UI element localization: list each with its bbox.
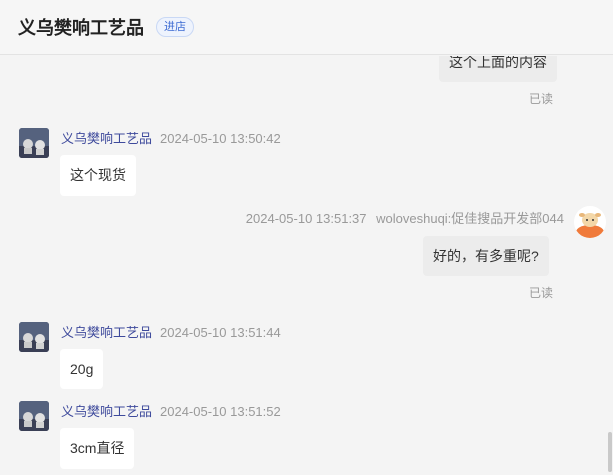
- sender-name: woloveshuqi:促佳搜品开发部044: [376, 211, 564, 226]
- read-status: 已读: [529, 92, 554, 106]
- message-bubble: 这个现货: [60, 155, 136, 196]
- shop-avatar-image-icon: [19, 322, 49, 352]
- message-bubble-own: 这个上面的内容: [439, 56, 557, 82]
- shop-avatar[interactable]: [19, 401, 49, 431]
- shop-avatar[interactable]: [19, 128, 49, 158]
- message-meta: 义乌樊响工艺品 2024-05-10 13:51:52: [61, 401, 281, 420]
- message-time: 2024-05-10 13:51:44: [160, 325, 281, 340]
- message-text: 这个现货: [70, 167, 126, 183]
- message-meta-own: 2024-05-10 13:51:37 woloveshuqi:促佳搜品开发部0…: [246, 208, 564, 227]
- enter-shop-button[interactable]: 进店: [156, 17, 194, 37]
- sender-name: 义乌樊响工艺品: [61, 131, 153, 146]
- shop-avatar[interactable]: [19, 322, 49, 352]
- message-meta: 义乌樊响工艺品 2024-05-10 13:51:44: [61, 322, 281, 341]
- chat-header: 义乌樊响工艺品 进店: [0, 0, 613, 55]
- shop-avatar-image-icon: [19, 128, 49, 158]
- message-bubble: 20g: [60, 349, 104, 389]
- message-time: 2024-05-10 13:51:37: [245, 211, 367, 226]
- message-meta: 义乌樊响工艺品 2024-05-10 13:50:42: [61, 128, 281, 147]
- message-list[interactable]: 这个上面的内容 已读 义乌樊响工艺品 2024-05-10 13:50:42 这个…: [0, 56, 613, 475]
- message-text: 3cm直径: [70, 440, 125, 456]
- shop-avatar-image-icon: [19, 401, 49, 431]
- cartoon-avatar-icon: [574, 206, 606, 238]
- message-text: 这个上面的内容: [449, 56, 547, 70]
- shop-name: 义乌樊响工艺品: [18, 18, 144, 38]
- sender-name: 义乌樊响工艺品: [61, 404, 153, 419]
- message-text: 20g: [70, 361, 94, 377]
- message-time: 2024-05-10 13:51:52: [160, 404, 281, 419]
- message-time: 2024-05-10 13:50:42: [160, 131, 281, 146]
- user-avatar[interactable]: [574, 206, 606, 238]
- scrollbar[interactable]: [608, 432, 612, 472]
- message-text: 好的，有多重呢?: [433, 248, 539, 264]
- read-status: 已读: [529, 286, 554, 300]
- message-bubble: 3cm直径: [60, 428, 135, 469]
- message-bubble-own: 好的，有多重呢?: [423, 236, 549, 276]
- sender-name: 义乌樊响工艺品: [61, 325, 153, 340]
